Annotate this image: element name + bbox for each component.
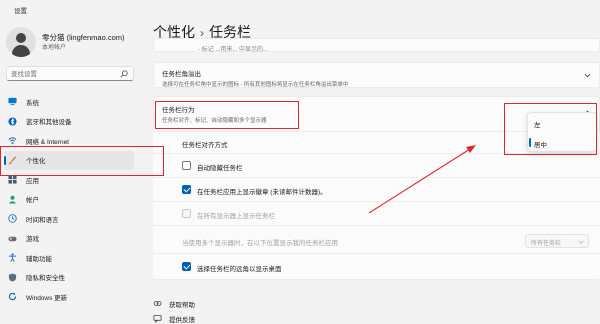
partial-row-text: - 标记 ...用来... 中显示的...: [198, 47, 269, 53]
feedback-label: 提供反馈: [169, 316, 195, 324]
active-indicator: [4, 155, 6, 165]
chevron-down-icon: [578, 240, 584, 244]
all-displays-label: 在所有显示器上显示任务栏: [197, 213, 275, 220]
badges-label: 在任务栏应用上显示徽章 (未读邮件计数器)。: [197, 189, 327, 196]
auto-hide-checkbox[interactable]: [182, 161, 191, 170]
shield-icon: [8, 273, 17, 282]
account-type: 本地帐户: [42, 45, 67, 51]
chevron-down-icon: [584, 73, 591, 78]
alignment-label: 任务栏对齐方式: [182, 142, 228, 149]
window-title: 设置: [14, 8, 27, 15]
update-icon: [8, 292, 17, 301]
behaviors-title: 任务栏行为: [162, 107, 195, 114]
sidebar-item-time-language[interactable]: 时间和语言: [4, 209, 134, 229]
sidebar-item-personalization[interactable]: 个性化: [4, 150, 134, 170]
show-desktop-label: 选择任务栏的远角以显示桌面: [197, 266, 282, 273]
sidebar-item-windows-update[interactable]: Windows 更新: [4, 287, 134, 307]
alignment-option-center[interactable]: 居中: [534, 139, 547, 149]
accessibility-icon: [8, 253, 17, 263]
alignment-dropdown-menu: 左 居中: [527, 112, 597, 152]
sidebar-item-network[interactable]: 网络 & Internet: [4, 131, 134, 151]
sidebar-item-label: 应用: [26, 177, 39, 185]
sidebar-item-label: 个性化: [26, 158, 46, 166]
sidebar-item-label: 帐户: [26, 197, 39, 205]
behaviors-subtitle: 任务栏对齐、标记、自动隐藏和多个显示器: [162, 118, 267, 124]
get-help-label: 获取帮助: [169, 301, 195, 309]
multi-display-label: 当使用多个显示器时，在以下位置显示我的任务栏应用: [182, 240, 338, 247]
apps-icon: [8, 175, 17, 184]
sidebar-item-system[interactable]: 系统: [4, 92, 134, 112]
sidebar-nav: 系统 蓝牙和其他设备 网络 & Internet 个性化 应用 帐户 时间和语言…: [4, 92, 134, 307]
badges-checkbox[interactable]: [182, 185, 191, 194]
selected-indicator: [529, 138, 531, 147]
feedback-icon: [153, 314, 162, 323]
sidebar-item-gaming[interactable]: 游戏: [4, 229, 134, 249]
sidebar-item-apps[interactable]: 应用: [4, 170, 134, 190]
sidebar-item-label: 游戏: [26, 236, 39, 244]
get-help-link[interactable]: 获取帮助: [153, 296, 195, 311]
sidebar-item-accounts[interactable]: 帐户: [4, 190, 134, 210]
help-icon: [153, 301, 162, 306]
sidebar-item-label: 系统: [26, 99, 39, 107]
sidebar-item-privacy[interactable]: 隐私和安全性: [4, 268, 134, 288]
sidebar-item-label: 时间和语言: [26, 216, 59, 224]
search-input[interactable]: [11, 69, 111, 79]
wifi-icon: [8, 136, 17, 145]
sidebar-item-label: 网络 & Internet: [26, 138, 69, 146]
sidebar-item-label: 隐私和安全性: [26, 275, 65, 283]
brush-icon: [8, 156, 17, 165]
sidebar-item-label: 蓝牙和其他设备: [26, 119, 72, 127]
auto-hide-label: 自动隐藏任务栏: [197, 165, 243, 172]
multi-display-select-value: 所有任务栏: [531, 241, 562, 247]
sidebar-item-label: Windows 更新: [26, 294, 68, 302]
help-links: 获取帮助 提供反馈: [153, 296, 195, 324]
sidebar-item-label: 辅助功能: [26, 255, 52, 263]
avatar: [6, 27, 36, 57]
person-icon: [8, 195, 17, 204]
globe-clock-icon: [8, 214, 17, 223]
corner-overflow-title: 任务栏角溢出: [162, 71, 201, 78]
monitor-icon: [8, 97, 17, 106]
alignment-option-left[interactable]: 左: [534, 119, 541, 129]
bluetooth-icon: [8, 117, 17, 126]
multi-display-select[interactable]: 所有任务栏: [525, 234, 589, 248]
show-desktop-checkbox[interactable]: [182, 262, 191, 271]
corner-overflow-card[interactable]: 任务栏角溢出 选择可在任务栏角中显示的图标 - 所有其他图标将显示在任务栏角溢出…: [153, 62, 600, 88]
game-controller-icon: [8, 234, 17, 243]
search-icon: [120, 70, 128, 78]
search-box[interactable]: [6, 66, 134, 81]
user-profile[interactable]: 零分猫 (lingfenmao.com) 本地帐户: [6, 27, 141, 57]
all-displays-checkbox[interactable]: [182, 209, 191, 218]
sidebar-item-accessibility[interactable]: 辅助功能: [4, 248, 134, 268]
sidebar-item-bluetooth[interactable]: 蓝牙和其他设备: [4, 112, 134, 132]
feedback-link[interactable]: 提供反馈: [153, 311, 195, 324]
corner-overflow-subtitle: 选择可在任务栏角中显示的图标 - 所有其他图标将显示在任务栏角溢出菜单中: [162, 82, 349, 88]
